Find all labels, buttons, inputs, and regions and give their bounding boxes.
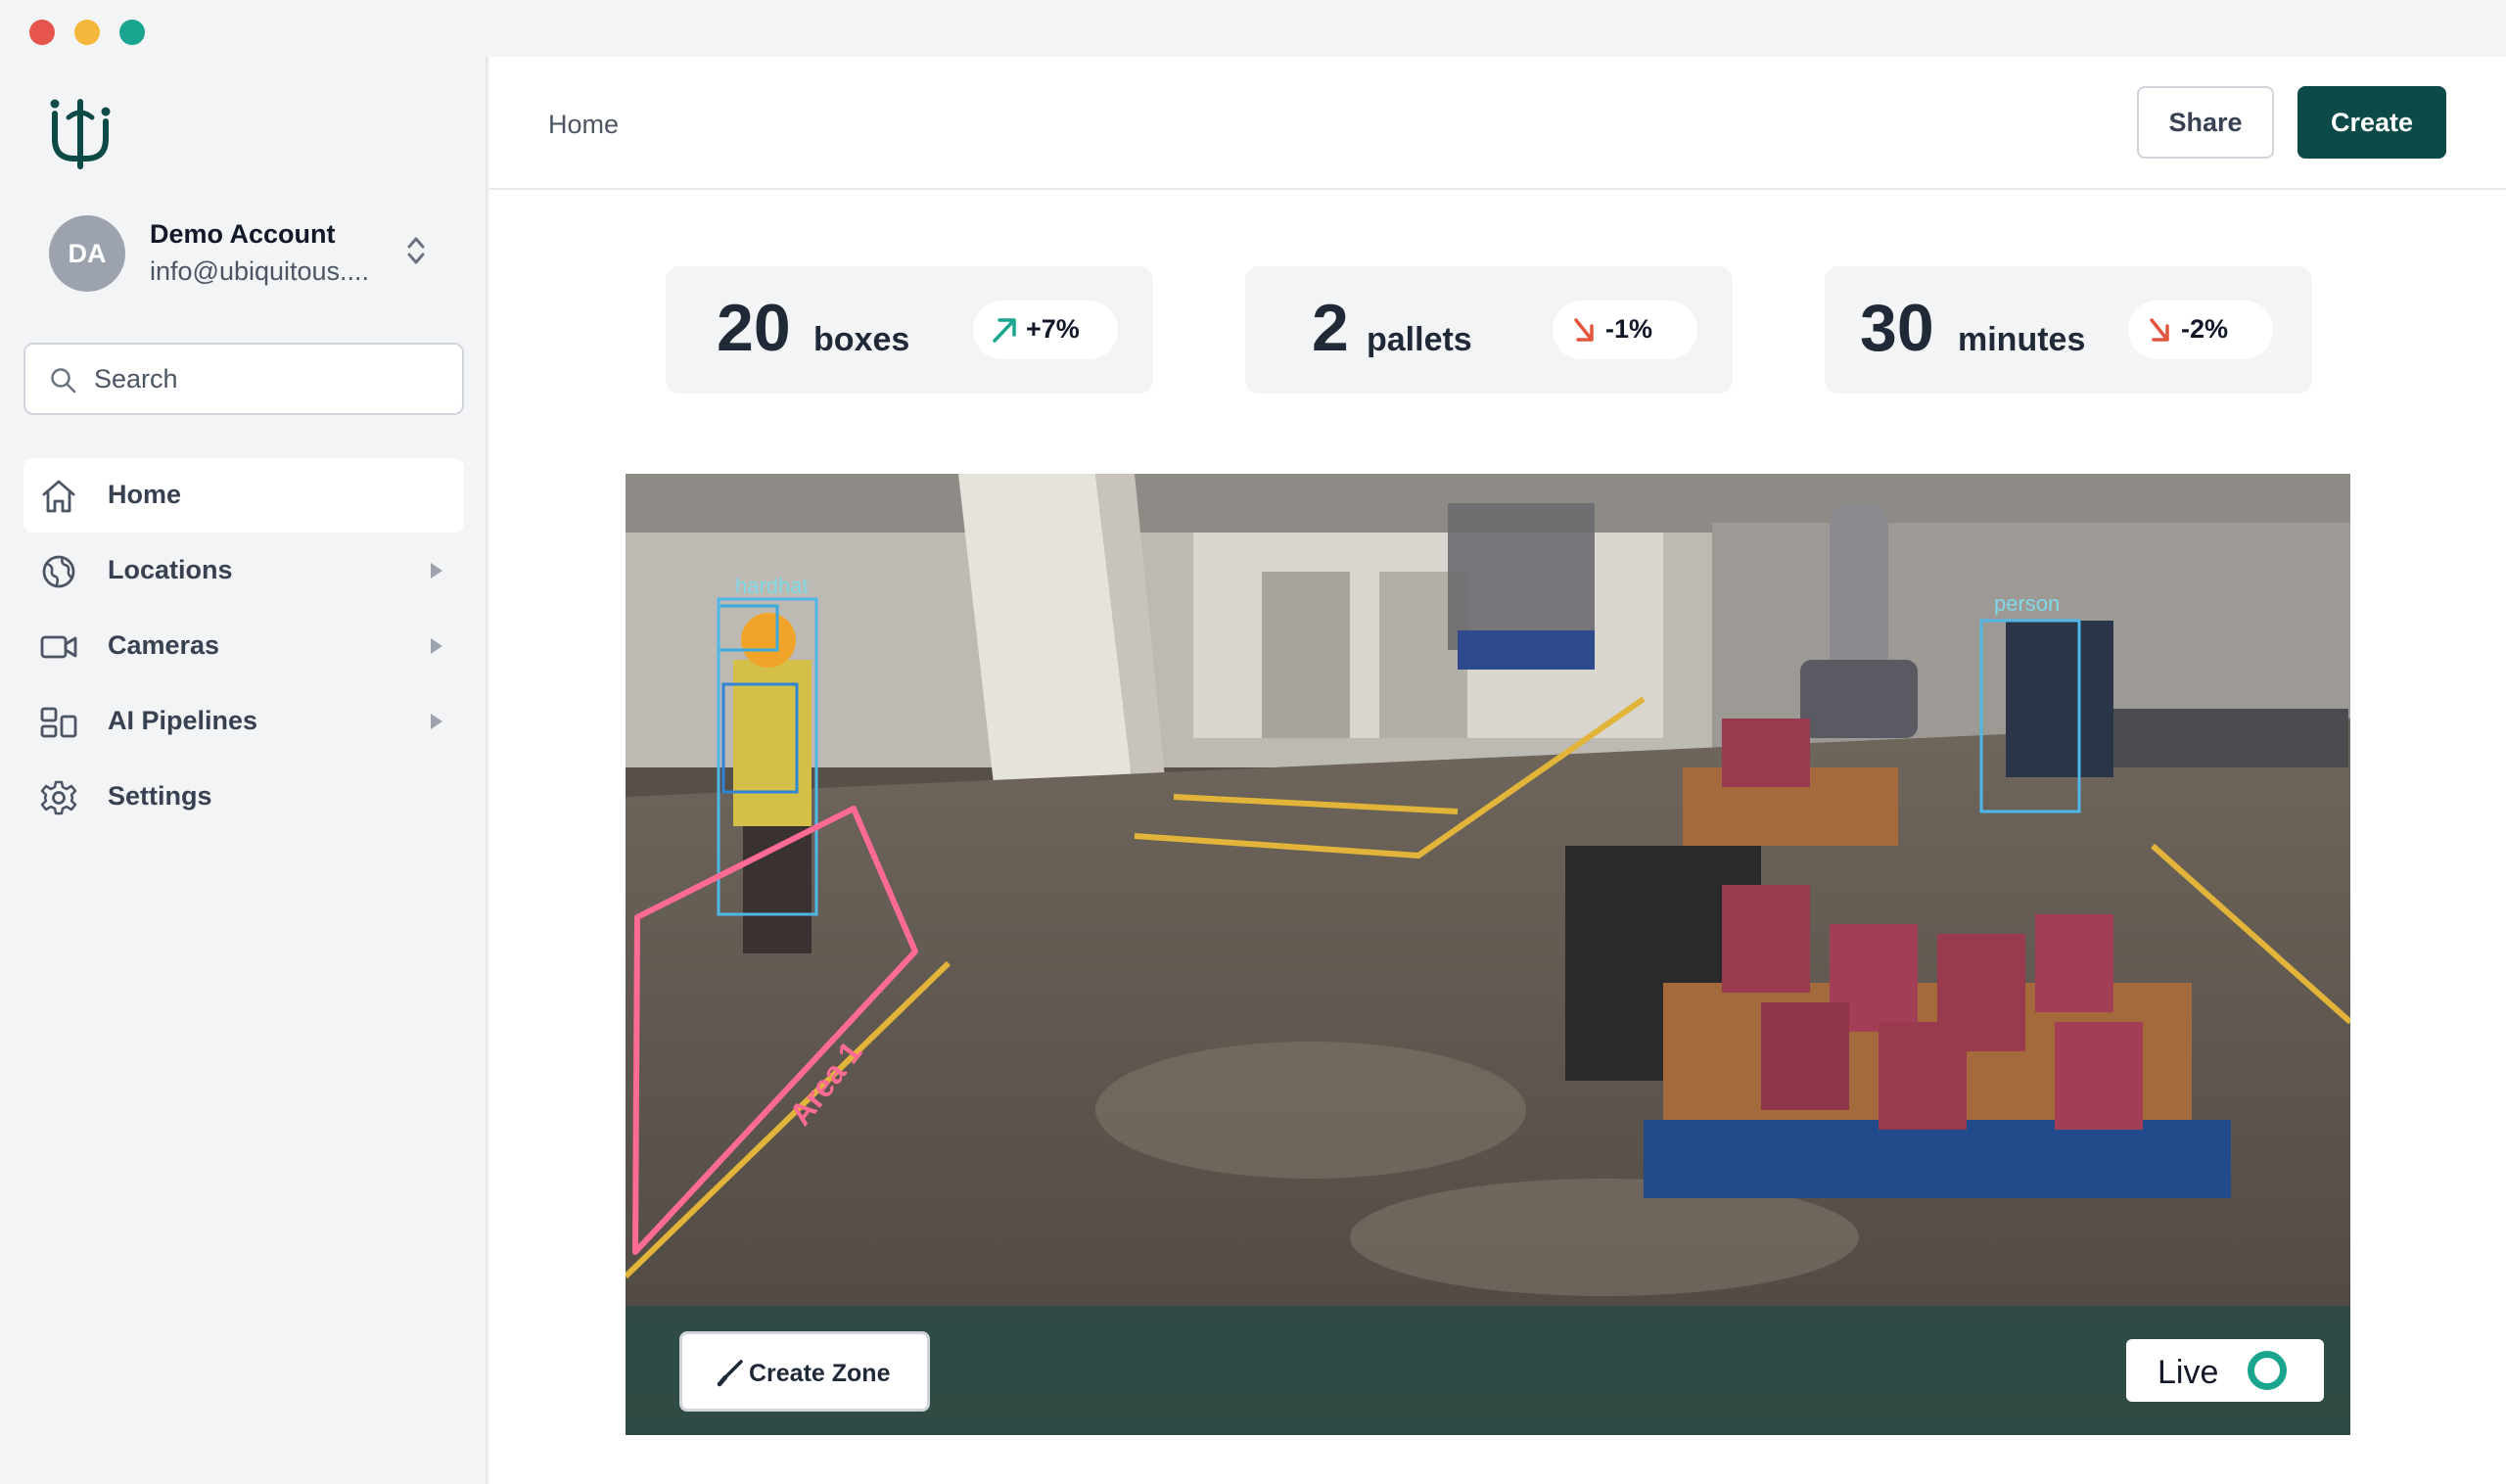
warehouse-scene-image [626, 474, 2350, 1435]
create-zone-button[interactable]: Create Zone [679, 1331, 930, 1412]
stat-unit: boxes [813, 321, 910, 358]
sidebar-item-label: Settings [108, 781, 212, 811]
stat-delta-value: -1% [1605, 314, 1653, 344]
live-label: Live [2158, 1354, 2219, 1391]
caret-right-icon[interactable] [431, 714, 442, 729]
live-status-icon [2248, 1351, 2287, 1390]
account-email: info@ubiquitous.... [150, 256, 370, 286]
sidebar-item-label: Locations [108, 555, 233, 584]
account-name: Demo Account [150, 219, 336, 249]
stat-unit: minutes [1958, 321, 2086, 358]
chevron-up-down-icon[interactable] [405, 233, 427, 268]
sidebar-item-label: Home [108, 480, 182, 509]
caret-right-icon[interactable] [431, 638, 442, 654]
sidebar-item-settings[interactable]: Settings [23, 760, 464, 834]
sidebar-item-label: AI Pipelines [108, 706, 258, 735]
stat-delta-badge: -2% [2128, 301, 2273, 359]
stat-card-boxes: 20 boxes +7% [666, 266, 1153, 394]
window-maximize-button[interactable] [119, 20, 145, 45]
sidebar-item-locations[interactable]: Locations [23, 533, 464, 608]
stat-value: 2 [1312, 291, 1349, 365]
gear-icon [40, 780, 77, 815]
home-icon [42, 480, 75, 513]
create-button[interactable]: Create [2297, 86, 2446, 159]
stat-delta-badge: +7% [973, 301, 1118, 359]
main-content: Home Share Create 20 boxes +7% 2 pallets… [489, 57, 2506, 1484]
sidebar-item-label: Cameras [108, 630, 220, 660]
stat-value: 20 [717, 291, 791, 365]
pipelines-icon [40, 707, 77, 738]
search-input[interactable] [94, 345, 446, 413]
globe-icon [42, 555, 75, 588]
sidebar-nav: Home Locations Cameras AI Pipelines Sett… [23, 458, 464, 835]
stat-card-pallets: 2 pallets -1% [1245, 266, 1733, 394]
window-close-button[interactable] [29, 20, 55, 45]
window-minimize-button[interactable] [74, 20, 100, 45]
breadcrumb[interactable]: Home [548, 110, 619, 140]
detection-label-hardhat: hardhat [735, 574, 809, 598]
stat-delta-value: +7% [1026, 314, 1080, 344]
window-titlebar [0, 0, 2506, 57]
stat-delta-value: -2% [2181, 314, 2229, 344]
video-camera-icon [40, 635, 77, 659]
arrow-down-right-icon [1574, 318, 1594, 342]
account-switcher[interactable]: DA Demo Account info@ubiquitous.... [49, 213, 441, 292]
stat-value: 30 [1860, 291, 1934, 365]
avatar: DA [49, 215, 125, 292]
arrow-up-right-icon [993, 318, 1016, 343]
caret-right-icon[interactable] [431, 563, 442, 579]
sidebar-item-home[interactable]: Home [23, 458, 464, 533]
live-indicator[interactable]: Live [2126, 1339, 2324, 1402]
stat-card-minutes: 30 minutes -2% [1825, 266, 2312, 394]
search-icon [51, 368, 76, 394]
stat-unit: pallets [1367, 321, 1472, 358]
share-button[interactable]: Share [2137, 86, 2274, 159]
sidebar: DA Demo Account info@ubiquitous.... Home… [0, 57, 487, 1484]
arrow-down-right-icon [2150, 318, 2169, 342]
brush-icon [717, 1360, 743, 1387]
sidebar-item-ai-pipelines[interactable]: AI Pipelines [23, 684, 464, 759]
detection-label-person: person [1994, 591, 2061, 616]
sidebar-item-cameras[interactable]: Cameras [23, 609, 464, 683]
page-header: Home Share Create [489, 57, 2506, 190]
camera-feed[interactable]: hardhat person Area 1 Create Zone Live [626, 474, 2350, 1435]
search-box [23, 343, 464, 415]
stat-delta-badge: -1% [1553, 301, 1697, 359]
ubiquitous-logo-icon[interactable] [43, 96, 117, 170]
create-zone-label: Create Zone [749, 1360, 891, 1387]
